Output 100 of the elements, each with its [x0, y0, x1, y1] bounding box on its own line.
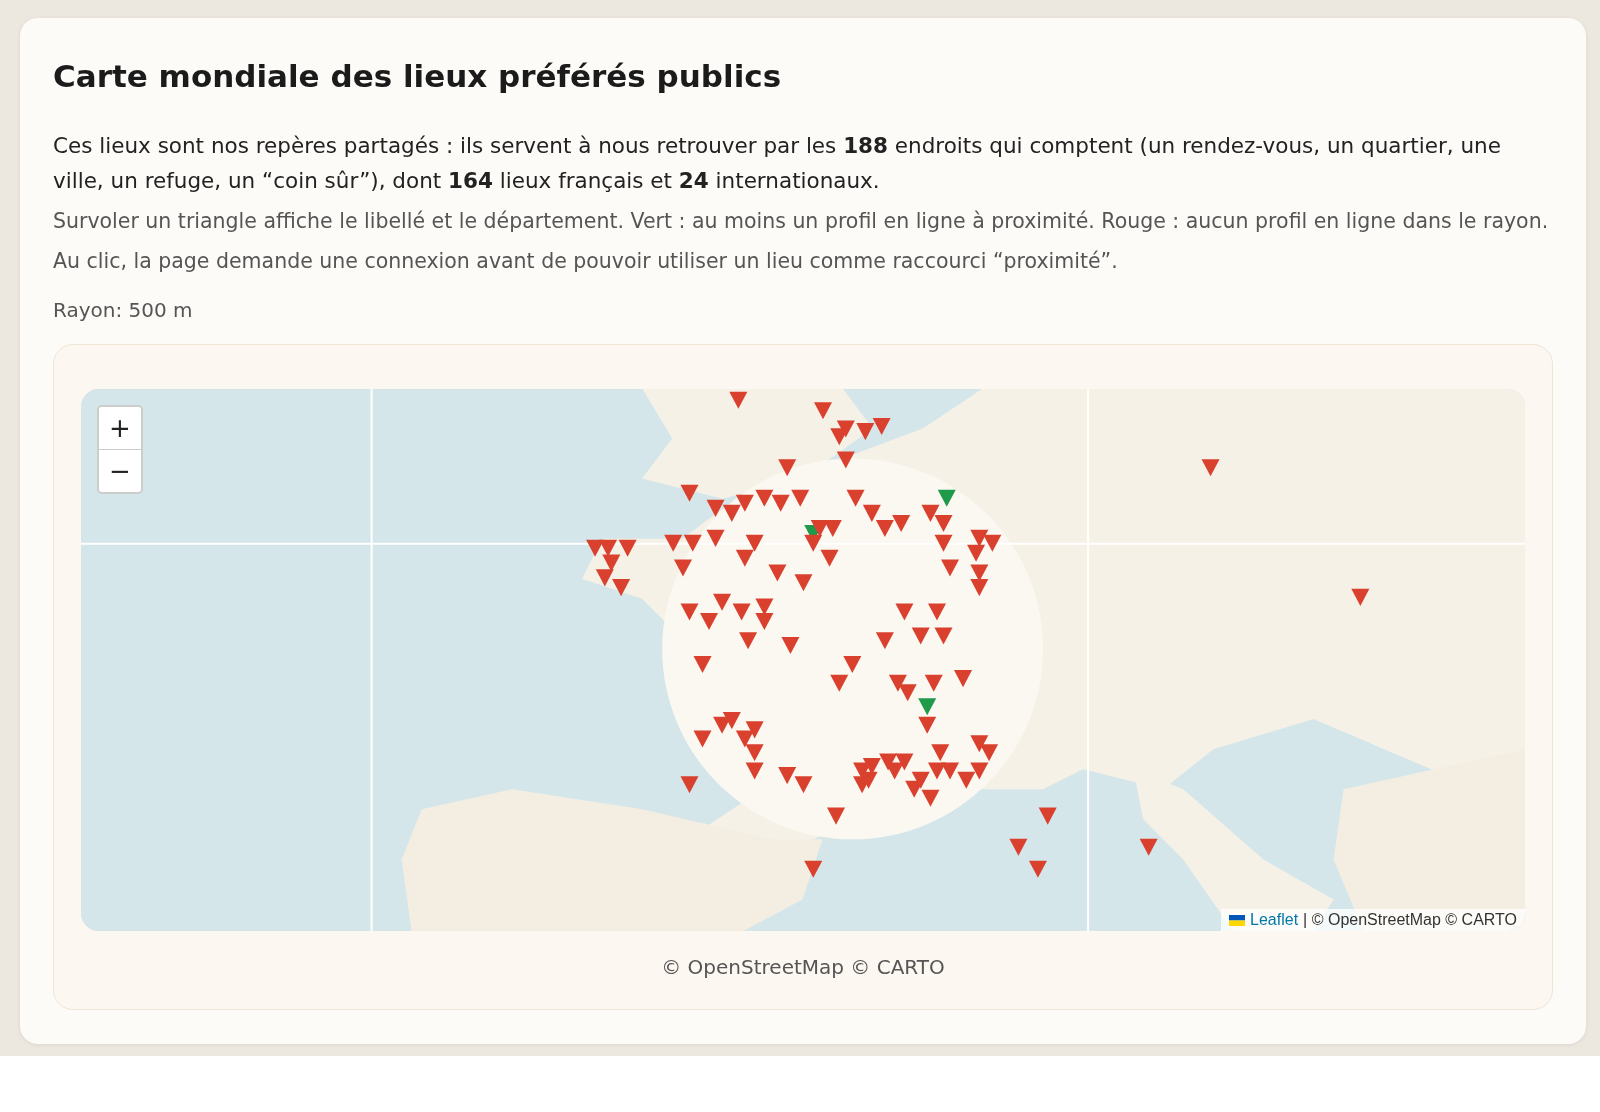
triangle-marker[interactable] [781, 636, 800, 654]
triangle-marker[interactable] [823, 519, 842, 537]
triangle-marker[interactable] [892, 514, 911, 532]
triangle-marker[interactable] [810, 519, 829, 537]
triangle-marker[interactable] [602, 554, 621, 572]
intro-paragraph: Ces lieux sont nos repères partagés : ils servent à nous retrouver par les 188 endroits qui comptent (un rendez-vous, un quartier, une ville, un refuge, un “coin sûr”), dont 164 lieux français et 24 internationaux. [53, 132, 1502, 195]
triangle-marker[interactable] [722, 712, 741, 730]
triangle-marker[interactable] [680, 484, 699, 502]
triangle-marker[interactable] [970, 529, 989, 547]
triangle-marker[interactable] [755, 613, 774, 631]
triangle-marker[interactable] [745, 721, 764, 739]
leaflet-link[interactable]: Leaflet [1250, 911, 1299, 929]
triangle-marker[interactable] [980, 744, 999, 762]
map-credit: © OpenStreetMap © CARTO [660, 955, 946, 979]
triangle-marker[interactable] [599, 539, 618, 557]
triangle-marker[interactable] [755, 598, 774, 616]
triangle-marker[interactable] [941, 559, 960, 577]
triangle-marker[interactable] [804, 860, 823, 878]
triangle-marker[interactable] [836, 451, 855, 469]
triangle-marker[interactable] [970, 762, 989, 780]
triangle-marker[interactable] [921, 789, 940, 807]
triangle-marker[interactable] [931, 744, 950, 762]
triangle-marker[interactable] [1351, 588, 1370, 606]
triangle-marker[interactable] [1009, 838, 1028, 856]
triangle-marker[interactable] [934, 534, 953, 552]
triangle-marker[interactable] [693, 730, 712, 748]
triangle-marker[interactable] [843, 655, 862, 673]
triangle-marker[interactable] [954, 670, 973, 688]
triangle-marker[interactable] [771, 494, 790, 512]
triangle-marker[interactable] [706, 499, 725, 517]
triangle-marker[interactable] [745, 744, 764, 762]
triangle-marker[interactable] [664, 534, 683, 552]
triangle-marker[interactable] [918, 716, 937, 734]
triangle-marker[interactable] [683, 534, 702, 552]
triangle-marker[interactable] [706, 529, 725, 547]
triangle-marker[interactable] [1038, 807, 1057, 825]
triangle-marker[interactable] [924, 674, 943, 692]
attribution-text: | © OpenStreetMap © CARTO [1303, 911, 1517, 929]
triangle-marker[interactable] [1201, 459, 1220, 477]
triangle-marker[interactable] [791, 489, 810, 507]
triangle-marker[interactable] [927, 603, 946, 621]
triangle-marker[interactable] [755, 489, 774, 507]
triangle-marker[interactable] [778, 459, 797, 477]
triangle-marker[interactable] [970, 735, 989, 753]
triangle-marker[interactable] [888, 674, 907, 692]
triangle-marker[interactable] [862, 504, 881, 522]
triangle-marker[interactable] [1139, 838, 1158, 856]
triangle-marker[interactable] [895, 753, 914, 771]
triangle-marker[interactable] [856, 423, 875, 441]
triangle-marker[interactable] [745, 534, 764, 552]
triangle-marker[interactable] [921, 504, 940, 522]
triangle-marker[interactable] [794, 776, 813, 794]
triangle-marker[interactable] [820, 549, 839, 567]
triangle-marker[interactable] [970, 579, 989, 597]
triangle-marker[interactable] [1028, 860, 1047, 878]
triangle-marker[interactable] [768, 564, 787, 582]
triangle-marker[interactable] [895, 603, 914, 621]
triangle-marker[interactable] [700, 613, 719, 631]
triangle-marker[interactable] [735, 730, 754, 748]
triangle-marker[interactable] [612, 579, 631, 597]
triangle-marker[interactable] [827, 807, 846, 825]
triangle-marker[interactable] [618, 539, 637, 557]
triangle-marker[interactable] [879, 753, 898, 771]
triangle-marker[interactable] [693, 655, 712, 673]
triangle-marker[interactable] [595, 569, 614, 587]
triangle-marker[interactable] [875, 632, 894, 650]
triangle-marker[interactable] [739, 632, 758, 650]
triangle-marker[interactable] [872, 417, 891, 435]
triangle-marker[interactable] [673, 559, 692, 577]
triangle-marker[interactable] [918, 698, 937, 716]
triangle-marker[interactable] [846, 489, 865, 507]
triangle-marker[interactable] [814, 402, 833, 420]
triangle-marker[interactable] [680, 776, 699, 794]
triangle-marker[interactable] [911, 627, 930, 645]
triangle-marker[interactable] [729, 391, 748, 409]
triangle-marker[interactable] [941, 762, 960, 780]
triangle-marker[interactable] [934, 514, 953, 532]
triangle-marker[interactable] [735, 549, 754, 567]
triangle-marker[interactable] [898, 684, 917, 702]
triangle-marker[interactable] [934, 627, 953, 645]
triangle-marker[interactable] [804, 534, 823, 552]
triangle-marker[interactable] [713, 593, 732, 611]
triangle-marker[interactable] [778, 767, 797, 785]
triangle-marker[interactable] [830, 674, 849, 692]
page-title: Carte mondiale des lieux préférés publics [53, 58, 783, 94]
triangle-marker[interactable] [970, 564, 989, 582]
triangle-marker[interactable] [937, 489, 956, 507]
triangle-marker[interactable] [735, 494, 754, 512]
triangle-marker[interactable] [957, 771, 976, 789]
triangle-marker[interactable] [967, 544, 986, 562]
triangle-marker[interactable] [983, 534, 1002, 552]
triangle-marker[interactable] [680, 603, 699, 621]
triangle-marker[interactable] [911, 771, 930, 789]
triangle-marker[interactable] [722, 504, 741, 522]
note-paragraph: Survoler un triangle affiche le libellé et le département. Vert : au moins un profil en ligne à proximité. Rouge : aucun profil en ligne dans le rayon. [53, 208, 1550, 235]
radius-label: Rayon: 500 m [53, 298, 194, 322]
triangle-marker[interactable] [794, 574, 813, 592]
triangle-marker[interactable] [875, 519, 894, 537]
triangle-marker[interactable] [745, 762, 764, 780]
triangle-marker[interactable] [732, 603, 751, 621]
